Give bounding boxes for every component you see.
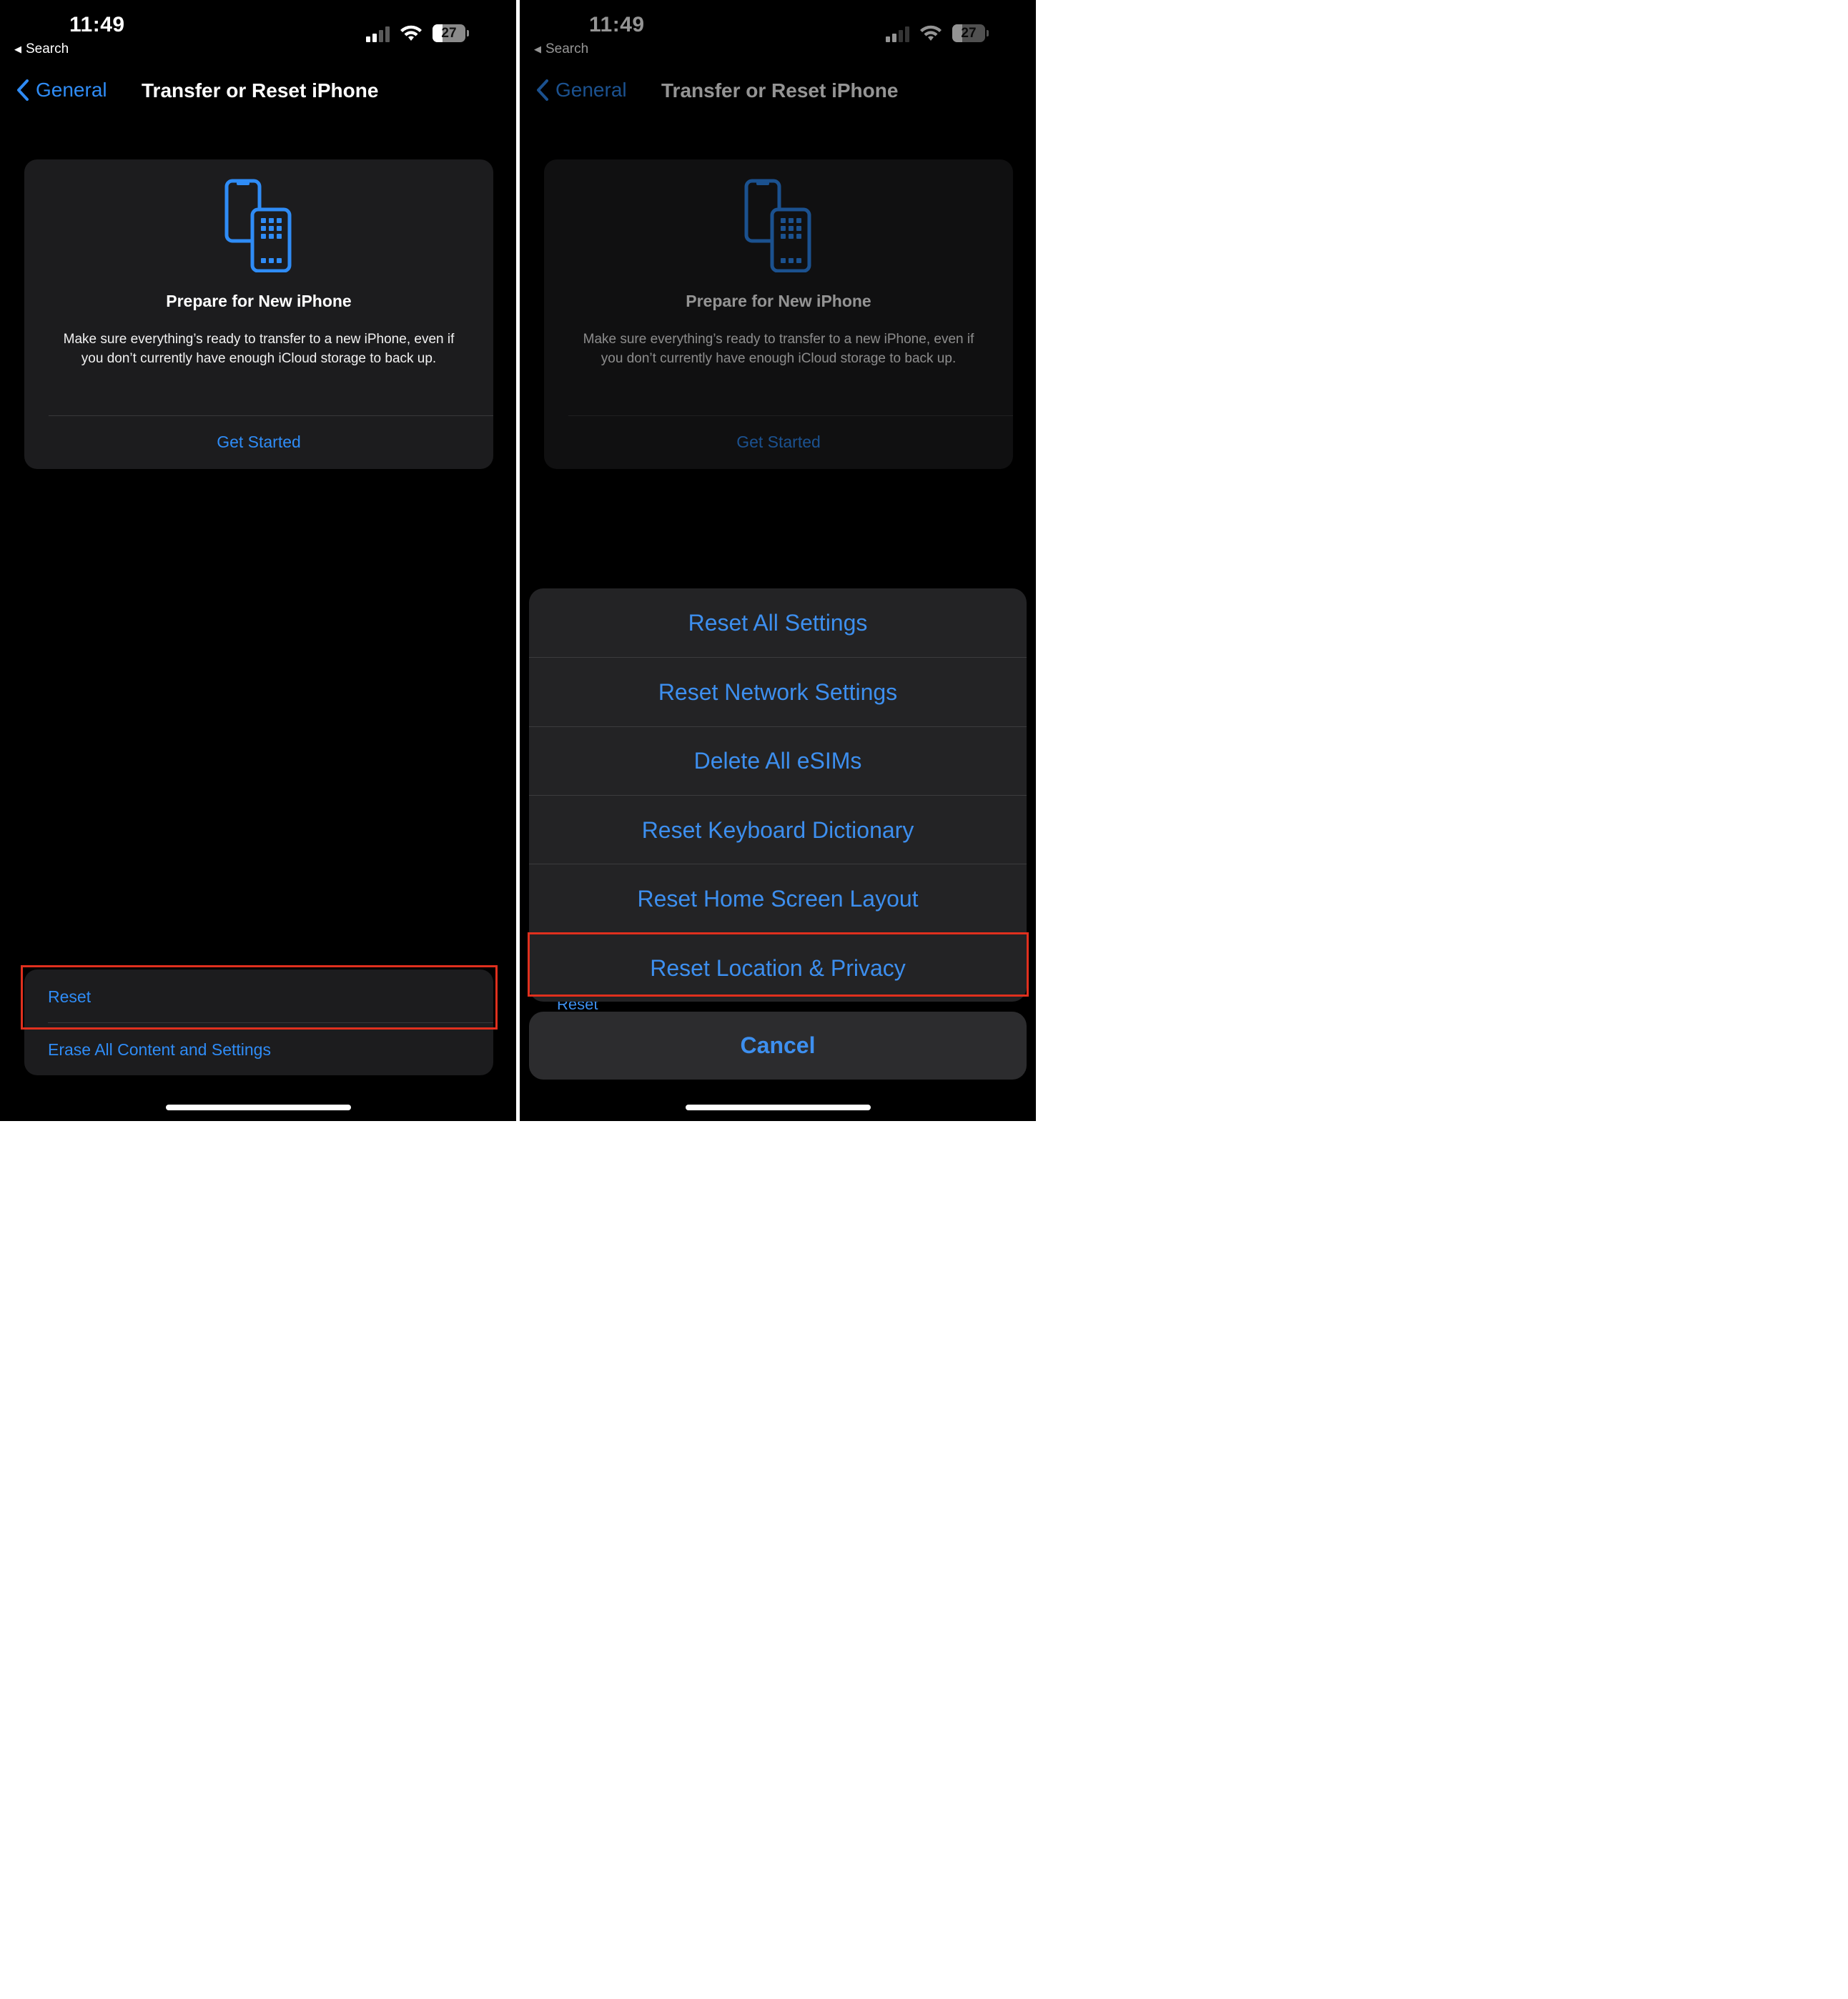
nav-back-label: General: [36, 79, 107, 102]
get-started-button[interactable]: Get Started: [24, 433, 493, 452]
phone-transfer-icon: [224, 179, 292, 273]
status-time: 11:49: [69, 13, 125, 37]
reset-all-settings-option[interactable]: Reset All Settings: [529, 588, 1027, 657]
home-indicator[interactable]: [686, 1105, 871, 1111]
reset-highlight-box: [21, 965, 498, 1030]
chevron-left-icon: [17, 79, 29, 102]
status-icons: 27: [366, 24, 470, 43]
battery-level: 27: [441, 25, 457, 41]
stage: 11:49 ◀ Search 27 General Transfer or Re…: [0, 0, 1037, 1122]
location-privacy-highlight-box: [528, 932, 1029, 997]
erase-all-content-button[interactable]: Erase All Content and Settings: [48, 1040, 271, 1060]
delete-all-esims-option[interactable]: Delete All eSIMs: [529, 726, 1027, 795]
back-app-label: Search: [26, 41, 69, 57]
navigation-bar: General Transfer or Reset iPhone: [0, 77, 516, 106]
right-screen: 11:49 ◀ Search 27 General Transfer or Re…: [520, 0, 1037, 1122]
card-divider: [49, 415, 494, 417]
cellular-signal-icon: [366, 25, 390, 42]
left-screen: 11:49 ◀ Search 27 General Transfer or Re…: [0, 0, 517, 1122]
home-indicator[interactable]: [166, 1105, 352, 1111]
nav-back-button[interactable]: General: [16, 79, 107, 102]
prepare-card-title: Prepare for New iPhone: [166, 292, 352, 311]
page-title: Transfer or Reset iPhone: [142, 79, 379, 102]
reset-home-screen-layout-option[interactable]: Reset Home Screen Layout: [529, 864, 1027, 933]
reset-network-settings-option[interactable]: Reset Network Settings: [529, 658, 1027, 726]
cancel-button[interactable]: Cancel: [529, 1012, 1027, 1080]
prepare-card-description: Make sure everything’s ready to transfer…: [63, 332, 455, 367]
reset-keyboard-dictionary-option[interactable]: Reset Keyboard Dictionary: [529, 796, 1027, 864]
wifi-icon: [400, 25, 423, 41]
back-to-app-link[interactable]: ◀ Search: [14, 41, 69, 57]
battery-icon: 27: [433, 24, 470, 43]
prepare-card: Prepare for New iPhone Make sure everyth…: [24, 159, 494, 470]
back-triangle-icon: ◀: [14, 44, 22, 55]
